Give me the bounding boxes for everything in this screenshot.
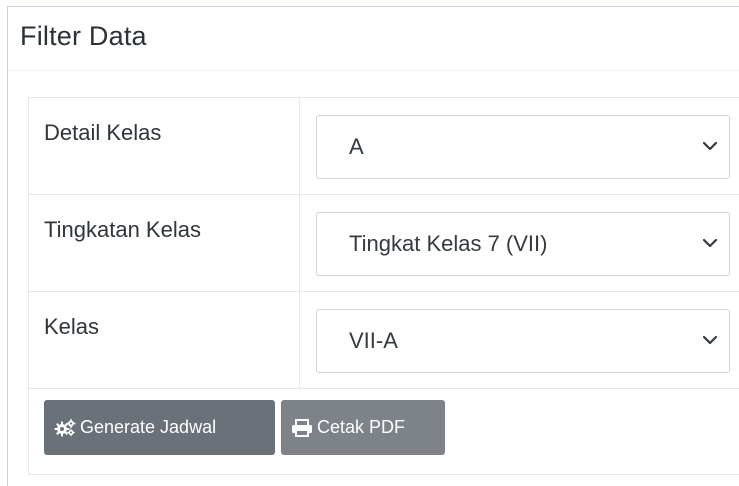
- tingkatan-kelas-value: Tingkat Kelas 7 (VII): [349, 231, 547, 257]
- field-row-tingkatan-kelas: Tingkatan Kelas Tingkat Kelas 7 (VII): [29, 195, 739, 292]
- field-row-kelas: Kelas VII-A: [29, 292, 739, 389]
- filter-card: Filter Data Detail Kelas A Tingkatan Kel…: [7, 6, 739, 486]
- filter-table: Detail Kelas A Tingkatan Kelas Tingkat K…: [28, 97, 739, 475]
- card-header: Filter Data: [8, 7, 739, 71]
- kelas-value: VII-A: [349, 328, 398, 354]
- detail-kelas-label: Detail Kelas: [29, 98, 299, 146]
- kelas-select[interactable]: VII-A: [316, 309, 730, 373]
- field-row-detail-kelas: Detail Kelas A: [29, 98, 739, 195]
- actions-row: Generate Jadwal Cetak PDF: [29, 389, 739, 475]
- cogs-icon: [54, 419, 76, 437]
- cetak-pdf-button[interactable]: Cetak PDF: [281, 400, 445, 455]
- printer-icon: [291, 419, 313, 437]
- cetak-pdf-label: Cetak PDF: [317, 417, 405, 438]
- chevron-down-icon: [702, 332, 718, 348]
- chevron-down-icon: [702, 138, 718, 154]
- card-title: Filter Data: [20, 21, 147, 52]
- generate-jadwal-label: Generate Jadwal: [80, 417, 216, 438]
- chevron-down-icon: [702, 235, 718, 251]
- kelas-label: Kelas: [29, 292, 299, 340]
- detail-kelas-select[interactable]: A: [316, 115, 730, 179]
- tingkatan-kelas-label: Tingkatan Kelas: [29, 195, 299, 243]
- tingkatan-kelas-select[interactable]: Tingkat Kelas 7 (VII): [316, 212, 730, 276]
- generate-jadwal-button[interactable]: Generate Jadwal: [44, 400, 275, 455]
- detail-kelas-value: A: [349, 134, 364, 160]
